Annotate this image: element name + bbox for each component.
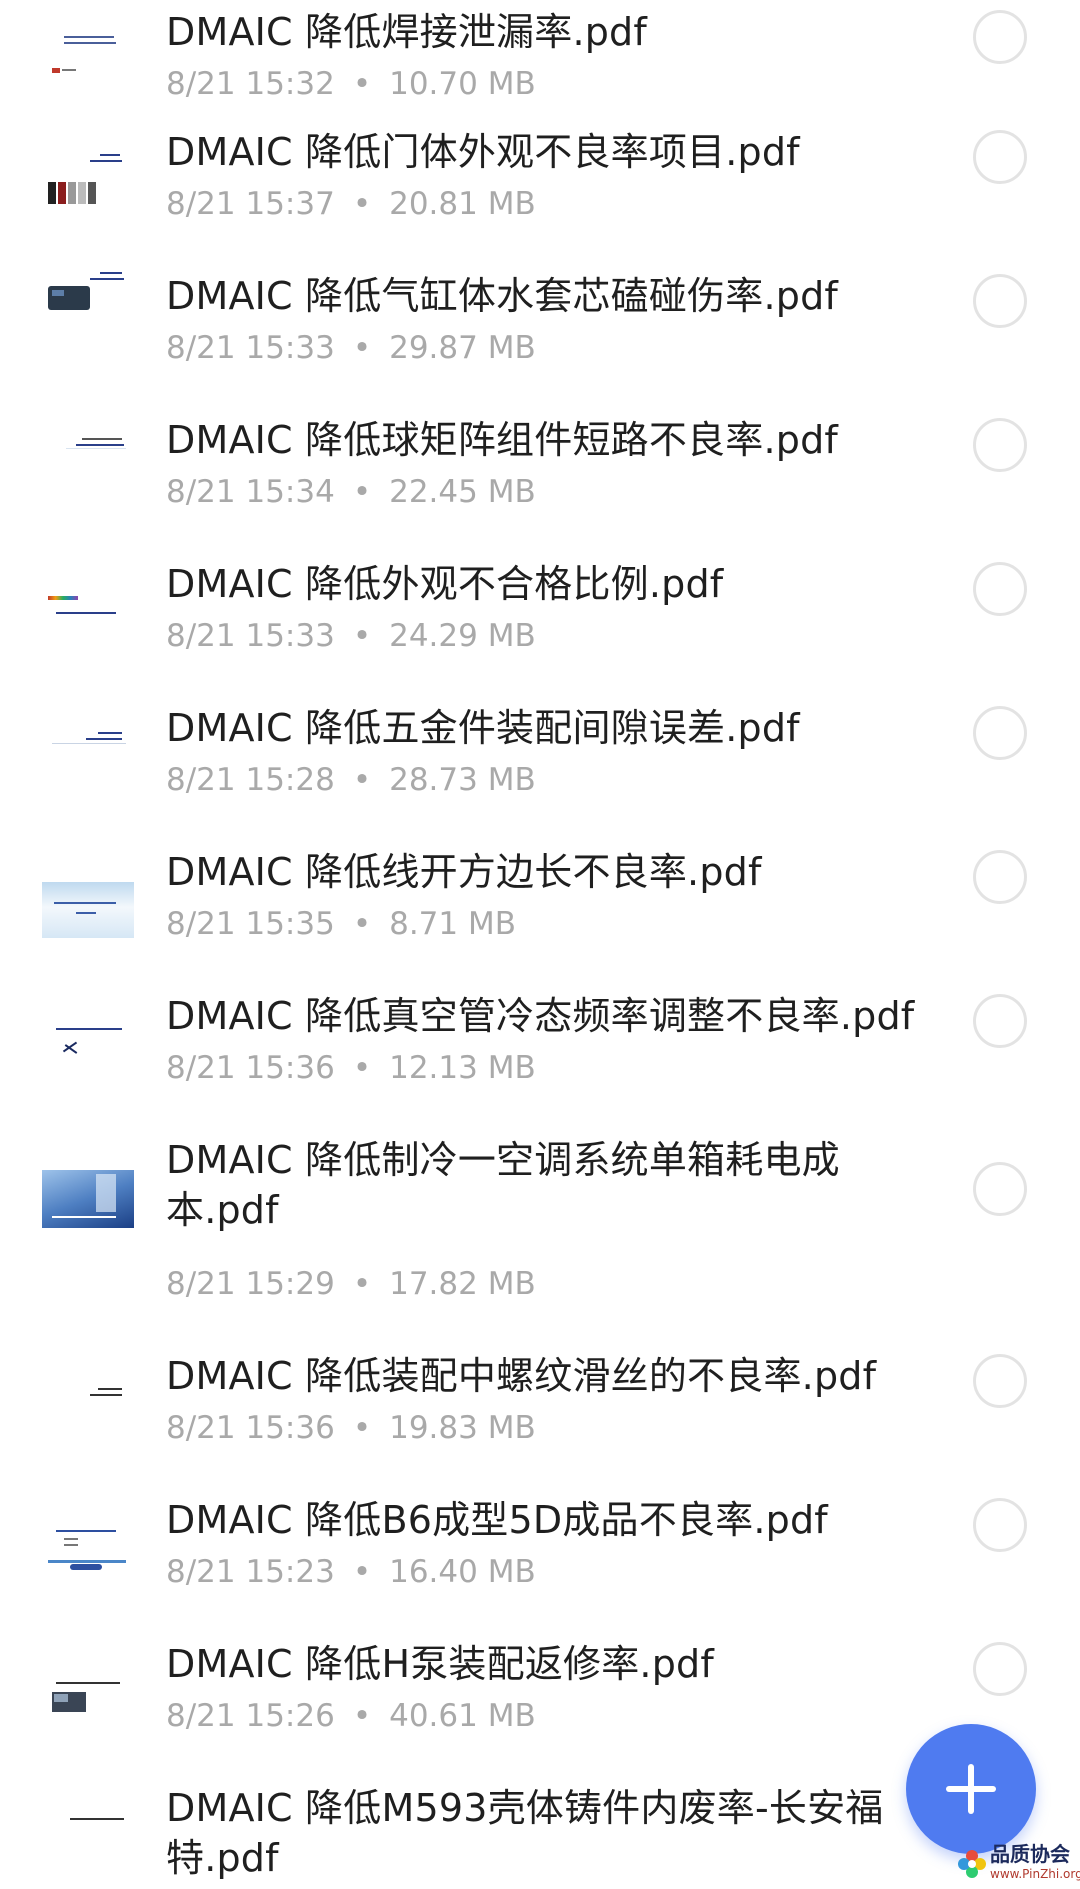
select-checkbox[interactable] <box>973 994 1027 1048</box>
select-checkbox[interactable] <box>973 850 1027 904</box>
pdf-thumbnail <box>42 1524 134 1590</box>
file-name: DMAIC 降低球矩阵组件短路不良率.pdf <box>166 418 838 462</box>
file-size: 10.70 MB <box>389 66 536 102</box>
flower-logo-icon <box>958 1850 986 1878</box>
meta-separator: • <box>352 1410 372 1446</box>
file-name: DMAIC 降低装配中螺纹滑丝的不良率.pdf <box>166 1354 877 1398</box>
file-size: 20.81 MB <box>389 186 536 222</box>
file-name: DMAIC 降低外观不合格比例.pdf <box>166 562 724 606</box>
file-name: DMAIC 降低气缸体水套芯磕碰伤率.pdf <box>166 274 838 318</box>
select-checkbox[interactable] <box>973 562 1027 616</box>
meta-separator: • <box>352 1554 372 1590</box>
file-size: 22.45 MB <box>389 474 536 510</box>
file-name: DMAIC 降低焊接泄漏率.pdf <box>166 10 647 54</box>
meta-separator: • <box>352 1266 372 1302</box>
pdf-thumbnail <box>42 264 134 330</box>
file-time: 8/21 15:37 <box>166 186 335 222</box>
file-size: 19.83 MB <box>389 1410 536 1446</box>
select-checkbox[interactable] <box>973 1642 1027 1696</box>
pdf-thumbnail <box>42 882 134 938</box>
watermark: 品质协会 www.PinZhi.org <box>954 1842 1080 1886</box>
file-time: 8/21 15:34 <box>166 474 335 510</box>
file-meta: 8/21 15:34 • 22.45 MB <box>166 472 536 512</box>
file-name: DMAIC 降低制冷一空调系统单箱耗电成本.pdf <box>166 1138 840 1232</box>
file-size: 24.29 MB <box>389 618 536 654</box>
pdf-thumbnail <box>42 432 134 498</box>
select-checkbox[interactable] <box>973 274 1027 328</box>
meta-separator: • <box>352 1698 372 1734</box>
meta-separator: • <box>352 186 372 222</box>
file-name: DMAIC 降低五金件装配间隙误差.pdf <box>166 706 800 750</box>
file-meta: 8/21 15:33 • 29.87 MB <box>166 328 536 368</box>
file-name: DMAIC 降低真空管冷态频率调整不良率.pdf <box>166 994 915 1038</box>
file-meta: 8/21 15:26 • 40.61 MB <box>166 1696 536 1736</box>
select-checkbox[interactable] <box>973 130 1027 184</box>
file-meta: 8/21 15:36 • 12.13 MB <box>166 1048 536 1088</box>
file-name: DMAIC 降低H泵装配返修率.pdf <box>166 1642 714 1686</box>
file-meta: 8/21 15:37 • 20.81 MB <box>166 184 536 224</box>
file-time: 8/21 15:29 <box>166 1266 335 1302</box>
add-button[interactable] <box>906 1724 1036 1854</box>
file-time: 8/21 15:36 <box>166 1050 335 1086</box>
file-meta: 8/21 15:28 • 28.73 MB <box>166 760 536 800</box>
file-meta: 8/21 15:33 • 24.29 MB <box>166 616 536 656</box>
pdf-thumbnail <box>42 28 134 94</box>
file-size: 16.40 MB <box>389 1554 536 1590</box>
select-checkbox[interactable] <box>973 10 1027 64</box>
file-name: DMAIC 降低M593壳体铸件内废率-长安福特.pdf <box>166 1786 884 1880</box>
file-size: 28.73 MB <box>389 762 536 798</box>
meta-separator: • <box>352 66 372 102</box>
pdf-thumbnail <box>42 1678 134 1744</box>
pdf-thumbnail <box>42 1384 134 1450</box>
file-time: 8/21 15:23 <box>166 1554 335 1590</box>
file-name: DMAIC 降低门体外观不良率项目.pdf <box>166 130 800 174</box>
pdf-thumbnail <box>42 142 134 208</box>
select-checkbox[interactable] <box>973 418 1027 472</box>
select-checkbox[interactable] <box>973 1354 1027 1408</box>
file-time: 8/21 15:33 <box>166 330 335 366</box>
file-time: 8/21 15:35 <box>166 906 335 942</box>
pdf-thumbnail <box>42 1170 134 1228</box>
meta-separator: • <box>352 906 372 942</box>
meta-separator: • <box>352 762 372 798</box>
file-size: 29.87 MB <box>389 330 536 366</box>
meta-separator: • <box>352 474 372 510</box>
file-meta: 8/21 15:36 • 19.83 MB <box>166 1408 536 1448</box>
pdf-thumbnail <box>42 1812 134 1878</box>
file-time: 8/21 15:33 <box>166 618 335 654</box>
file-meta: 8/21 15:23 • 16.40 MB <box>166 1552 536 1592</box>
file-time: 8/21 15:32 <box>166 66 335 102</box>
watermark-url: www.PinZhi.org <box>990 1867 1080 1881</box>
file-name: DMAIC 降低线开方边长不良率.pdf <box>166 850 762 894</box>
file-meta: 8/21 15:32 • 10.70 MB <box>166 64 536 104</box>
meta-separator: • <box>352 330 372 366</box>
file-size: 12.13 MB <box>389 1050 536 1086</box>
meta-separator: • <box>352 618 372 654</box>
file-time: 8/21 15:26 <box>166 1698 335 1734</box>
pdf-thumbnail <box>42 726 134 792</box>
select-checkbox[interactable] <box>973 706 1027 760</box>
pdf-thumbnail <box>42 1018 134 1084</box>
file-size: 8.71 MB <box>389 906 517 942</box>
select-checkbox[interactable] <box>973 1498 1027 1552</box>
file-meta: 8/21 15:35 • 8.71 MB <box>166 904 516 944</box>
file-time: 8/21 15:28 <box>166 762 335 798</box>
file-size: 40.61 MB <box>389 1698 536 1734</box>
select-checkbox[interactable] <box>973 1162 1027 1216</box>
pdf-thumbnail <box>42 590 134 656</box>
file-name: DMAIC 降低B6成型5D成品不良率.pdf <box>166 1498 828 1542</box>
watermark-text: 品质协会 <box>990 1842 1070 1866</box>
file-time: 8/21 15:36 <box>166 1410 335 1446</box>
file-size: 17.82 MB <box>389 1266 536 1302</box>
meta-separator: • <box>352 1050 372 1086</box>
file-meta: 8/21 15:29 • 17.82 MB <box>166 1264 536 1304</box>
